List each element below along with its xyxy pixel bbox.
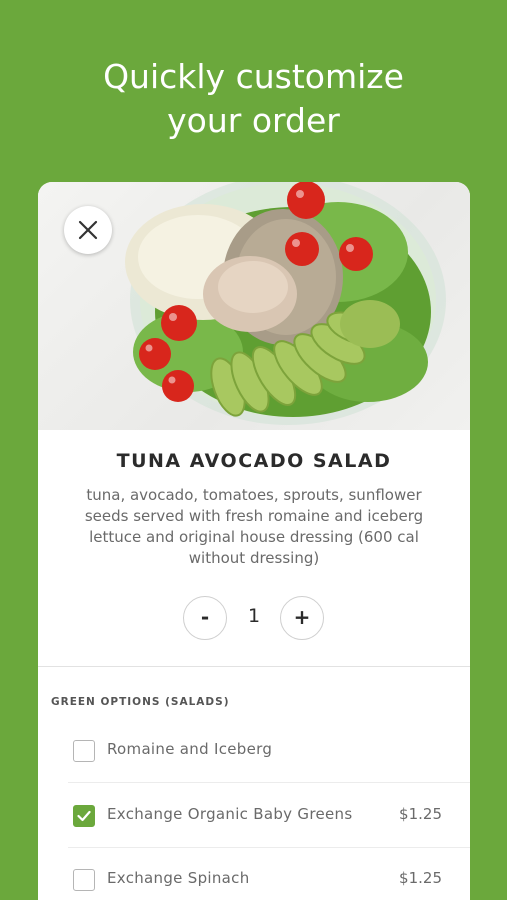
divider: [38, 666, 470, 667]
quantity-value: 1: [247, 605, 261, 627]
item-description: tuna, avocado, tomatoes, sprouts, sunflo…: [84, 486, 424, 567]
option-price: $1.25: [399, 869, 442, 887]
section-label: GREEN OPTIONS (SALADS): [51, 696, 230, 708]
headline-line-1: Quickly customize: [103, 57, 404, 96]
salad-image: [38, 182, 470, 430]
checkbox-checked[interactable]: [73, 805, 95, 827]
option-price: $1.25: [399, 805, 442, 823]
option-label: Romaine and Iceberg: [107, 740, 273, 758]
item-title: TUNA AVOCADO SALAD: [116, 450, 392, 472]
checkbox[interactable]: [73, 740, 95, 762]
product-card: TUNA AVOCADO SALAD tuna, avocado, tomato…: [38, 182, 470, 900]
option-label: Exchange Organic Baby Greens: [107, 805, 353, 823]
option-organic-baby-greens[interactable]: Exchange Organic Baby Greens $1.25: [38, 783, 470, 847]
quantity-decrease-button[interactable]: -: [183, 596, 227, 640]
checkbox[interactable]: [73, 869, 95, 891]
headline: Quickly customize your order: [0, 55, 507, 143]
option-romaine-iceberg[interactable]: Romaine and Iceberg: [38, 718, 470, 782]
headline-line-2: your order: [167, 101, 340, 140]
close-button[interactable]: [64, 206, 112, 254]
option-label: Exchange Spinach: [107, 869, 250, 887]
option-spinach[interactable]: Exchange Spinach $1.25: [38, 847, 470, 900]
checkmark-icon: [77, 810, 91, 822]
quantity-increase-button[interactable]: +: [280, 596, 324, 640]
close-icon: [78, 220, 98, 240]
